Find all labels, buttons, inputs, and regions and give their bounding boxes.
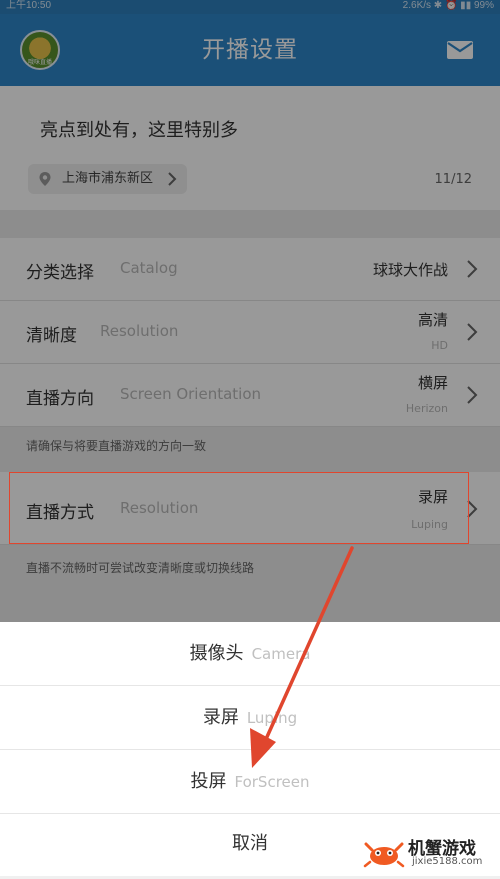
option-label: 摄像头 <box>189 643 244 664</box>
option-label: 录屏 <box>202 707 239 728</box>
watermark-url: jixie5188.com <box>412 856 483 867</box>
highlight-box <box>9 472 469 544</box>
option-label-en: Luping <box>246 709 298 727</box>
sheet-option-cast[interactable]: 投屏 ForScreen <box>0 750 500 814</box>
cancel-label: 取消 <box>232 833 268 854</box>
option-label-en: ForScreen <box>234 773 310 791</box>
watermark: 机蟹游戏 jixie5188.com <box>362 832 494 872</box>
option-label-en: Camera <box>251 645 311 663</box>
sheet-option-camera[interactable]: 摄像头 Camera <box>0 622 500 686</box>
sheet-option-record[interactable]: 录屏 Luping <box>0 686 500 750</box>
crab-logo-icon <box>363 842 405 868</box>
option-label: 投屏 <box>190 771 227 792</box>
